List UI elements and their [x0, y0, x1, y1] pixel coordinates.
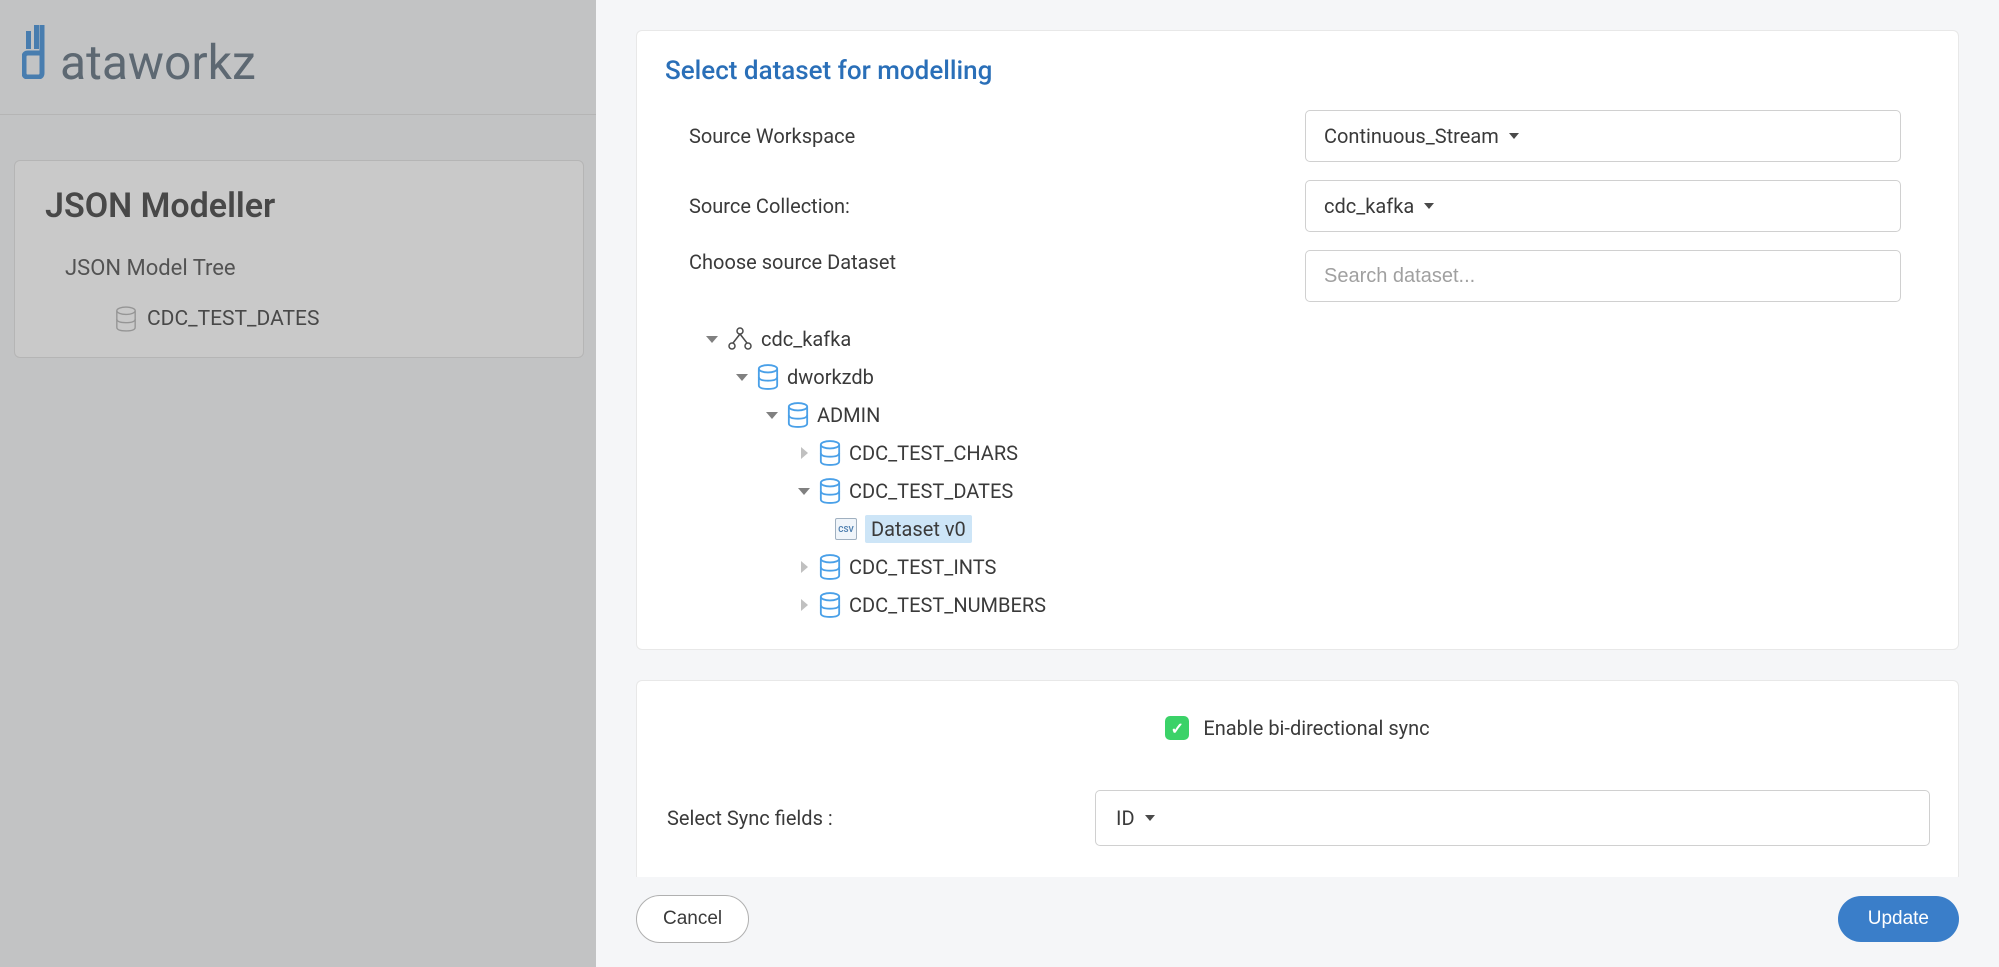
enable-sync-label: Enable bi-directional sync [1203, 716, 1429, 740]
chevron-down-icon [705, 332, 719, 346]
chevron-right-icon [797, 560, 811, 574]
workspace-select[interactable]: Continuous_Stream [1305, 110, 1901, 162]
choose-dataset-row: Choose source Dataset [665, 250, 1930, 302]
tree-node-table[interactable]: CDC_TEST_INTS [705, 548, 1930, 586]
enable-sync-row: ✓ Enable bi-directional sync [665, 716, 1930, 740]
tree-node-dataset-version[interactable]: CSV Dataset v0 [705, 510, 1930, 548]
tree-node-db[interactable]: dworkzdb [705, 358, 1930, 396]
update-button[interactable]: Update [1838, 896, 1959, 942]
modal-backdrop-dimmer[interactable] [0, 0, 596, 967]
tree-node-label: CDC_TEST_DATES [849, 479, 1013, 503]
tree-node-label-selected: Dataset v0 [865, 515, 972, 543]
sync-card: ✓ Enable bi-directional sync Select Sync… [636, 680, 1959, 877]
tree-node-table[interactable]: CDC_TEST_NUMBERS [705, 586, 1930, 624]
cluster-icon [727, 326, 753, 352]
enable-sync-checkbox[interactable]: ✓ [1165, 716, 1189, 740]
csv-file-icon: CSV [835, 518, 857, 540]
tree-node-label: CDC_TEST_NUMBERS [849, 593, 1046, 617]
tree-node-label: CDC_TEST_CHARS [849, 441, 1018, 465]
database-icon [819, 554, 841, 580]
workspace-selected-value: Continuous_Stream [1324, 124, 1499, 148]
tree-node-label: cdc_kafka [761, 327, 851, 351]
sync-fields-selected-value: ID [1116, 806, 1135, 830]
tree-node-table[interactable]: CDC_TEST_DATES [705, 472, 1930, 510]
workspace-label: Source Workspace [665, 124, 1305, 148]
tree-node-label: CDC_TEST_INTS [849, 555, 996, 579]
database-icon [757, 364, 779, 390]
sync-fields-label: Select Sync fields : [665, 806, 1095, 830]
dataset-tree: cdc_kafka dworkzdb [665, 320, 1930, 624]
sync-fields-row: Select Sync fields : ID [665, 790, 1930, 846]
tree-node-label: dworkzdb [787, 365, 874, 389]
tree-node-schema[interactable]: ADMIN [705, 396, 1930, 434]
chevron-down-icon [765, 408, 779, 422]
tree-node-label: ADMIN [817, 403, 880, 427]
workspace-row: Source Workspace Continuous_Stream [665, 110, 1930, 162]
modal-footer: Cancel Update [596, 877, 1999, 967]
dataset-select-card: Select dataset for modelling Source Work… [636, 30, 1959, 650]
chevron-down-icon [797, 484, 811, 498]
dataset-search-input[interactable] [1305, 250, 1901, 302]
cancel-button[interactable]: Cancel [636, 895, 749, 943]
database-icon [819, 440, 841, 466]
database-icon [787, 402, 809, 428]
database-icon [819, 478, 841, 504]
caret-down-icon [1145, 815, 1155, 821]
chevron-right-icon [797, 598, 811, 612]
caret-down-icon [1509, 133, 1519, 139]
choose-dataset-label: Choose source Dataset [665, 250, 1305, 274]
tree-node-root[interactable]: cdc_kafka [705, 320, 1930, 358]
modal-body: Select dataset for modelling Source Work… [596, 0, 1999, 877]
dataset-modal: Select dataset for modelling Source Work… [596, 0, 1999, 967]
caret-down-icon [1424, 203, 1434, 209]
sync-fields-select[interactable]: ID [1095, 790, 1930, 846]
chevron-down-icon [735, 370, 749, 384]
database-icon [819, 592, 841, 618]
collection-label: Source Collection: [665, 194, 1305, 218]
collection-row: Source Collection: cdc_kafka [665, 180, 1930, 232]
chevron-right-icon [797, 446, 811, 460]
modal-title: Select dataset for modelling [665, 56, 1930, 86]
tree-node-table[interactable]: CDC_TEST_CHARS [705, 434, 1930, 472]
collection-select[interactable]: cdc_kafka [1305, 180, 1901, 232]
collection-selected-value: cdc_kafka [1324, 194, 1414, 218]
